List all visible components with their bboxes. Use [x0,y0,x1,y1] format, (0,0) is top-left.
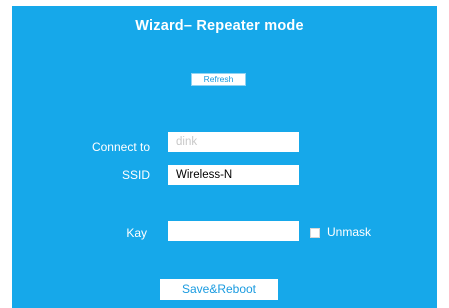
unmask-label: Unmask [327,225,372,239]
wizard-panel: Wizard– Repeater mode Refresh Connect to… [12,6,437,308]
ssid-field[interactable] [168,165,299,185]
key-field[interactable] [168,221,299,241]
save-reboot-button[interactable]: Save&Reboot [160,279,278,300]
refresh-button[interactable]: Refresh [191,73,246,86]
unmask-checkbox[interactable] [310,228,320,238]
key-label: Kay [126,226,147,240]
ssid-label: SSID [121,168,150,182]
connect-to-field[interactable] [168,132,299,152]
page-title: Wizard– Repeater mode [135,18,304,34]
connect-to-label: Connect to [91,140,150,154]
